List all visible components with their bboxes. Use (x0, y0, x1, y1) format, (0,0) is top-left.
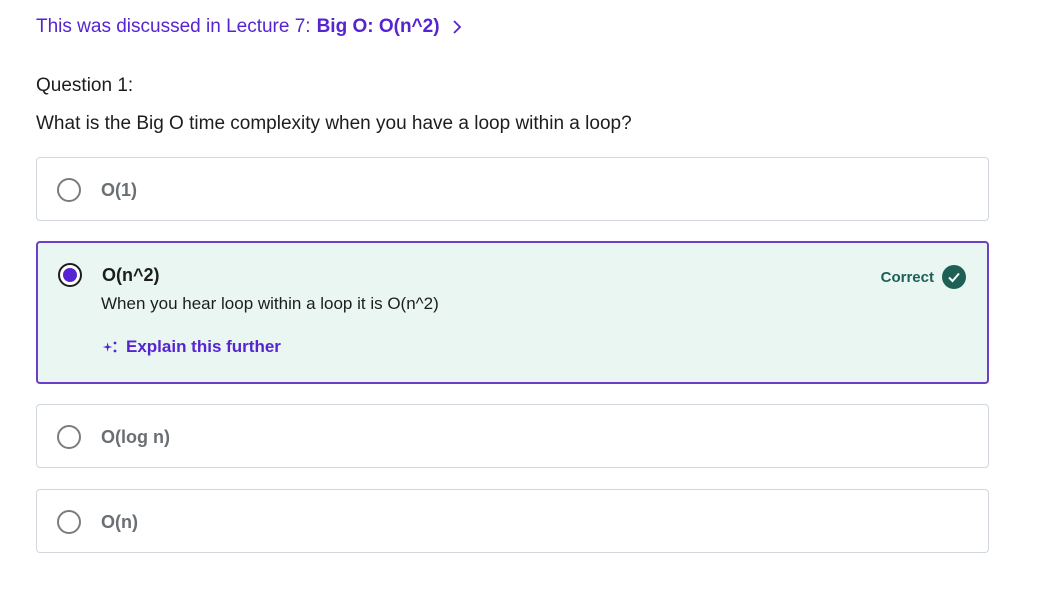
sparkle-icon (102, 339, 118, 355)
explain-further-button[interactable]: Explain this further (102, 336, 281, 358)
quiz-page: This was discussed in Lecture 7: Big O: … (0, 0, 1043, 592)
lecture-link-prefix: This was discussed in Lecture 7: (36, 16, 311, 37)
radio-button-selected[interactable] (58, 263, 82, 287)
lecture-link-title: Big O: O(n^2) (316, 16, 440, 37)
option-label: O(n) (101, 512, 138, 532)
question-text: What is the Big O time complexity when y… (36, 113, 632, 134)
answer-explanation: When you hear loop within a loop it is O… (101, 294, 439, 313)
correct-label: Correct (880, 268, 934, 286)
check-icon (942, 265, 966, 289)
option-label: O(log n) (101, 427, 170, 447)
option-label: O(1) (101, 180, 137, 200)
answer-option-ologn[interactable]: O(log n) (36, 404, 989, 468)
explain-further-label: Explain this further (126, 337, 281, 356)
answer-option-on[interactable]: O(n) (36, 489, 989, 553)
radio-button[interactable] (57, 425, 81, 449)
correct-badge: Correct (881, 265, 966, 289)
lecture-link[interactable]: This was discussed in Lecture 7: Big O: … (36, 15, 462, 39)
answer-option-o1[interactable]: O(1) (36, 157, 989, 221)
option-label: O(n^2) (102, 265, 160, 285)
answer-option-on2[interactable]: O(n^2) Correct When you hear loop within… (36, 241, 989, 384)
radio-button[interactable] (57, 510, 81, 534)
question-number: Question 1: (36, 75, 134, 96)
chevron-right-icon (452, 20, 462, 34)
radio-button[interactable] (57, 178, 81, 202)
